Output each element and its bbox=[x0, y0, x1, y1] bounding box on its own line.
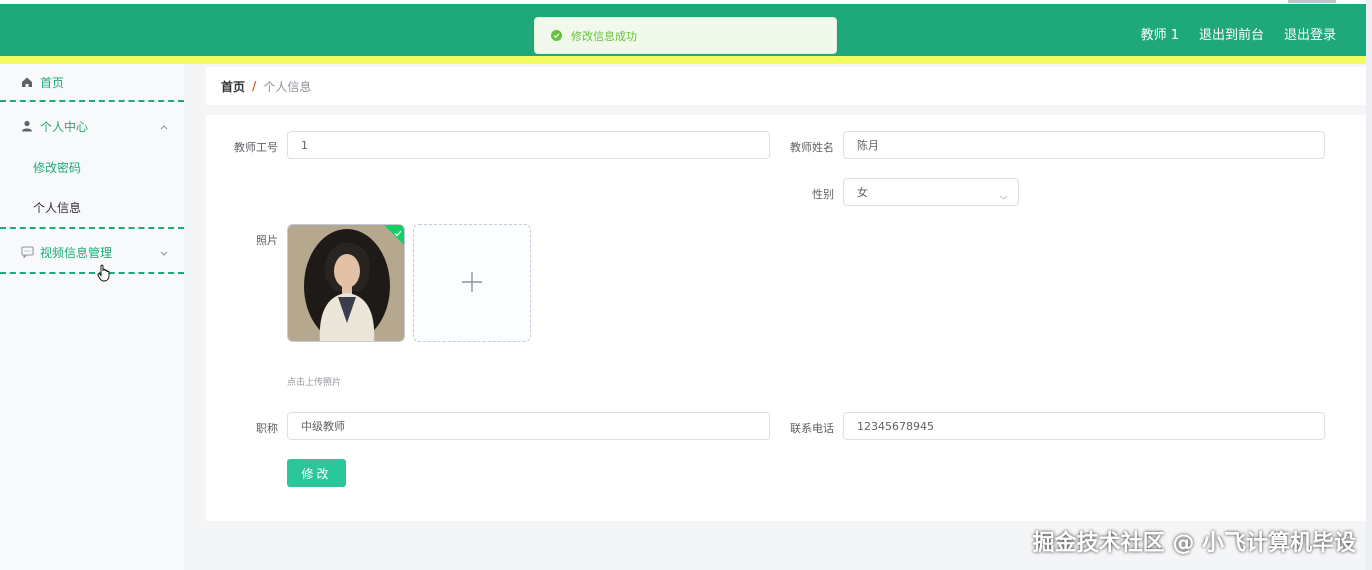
sidebar: 首页 个人中心 修改密码 个人信息 视频信息管理 bbox=[0, 64, 184, 570]
photo-upload-hint: 点击上传照片 bbox=[287, 378, 342, 388]
job-title-label: 职称 bbox=[256, 422, 278, 435]
exit-to-front-link[interactable]: 退出到前台 bbox=[1199, 24, 1264, 43]
check-circle-icon bbox=[551, 30, 562, 41]
phone-label: 联系电话 bbox=[790, 422, 834, 435]
sidebar-item-change-password[interactable]: 修改密码 bbox=[0, 148, 184, 186]
logout-link[interactable]: 退出登录 bbox=[1284, 24, 1336, 43]
chevron-down-icon bbox=[160, 245, 168, 259]
teacher-name-label: 教师姓名 bbox=[790, 141, 834, 154]
breadcrumb-separator: / bbox=[252, 79, 257, 93]
scrollbar-track[interactable] bbox=[1366, 0, 1372, 570]
gender-value: 女 bbox=[857, 186, 868, 199]
photo-upload-button[interactable] bbox=[413, 224, 531, 342]
sidebar-item-label: 个人信息 bbox=[33, 200, 82, 215]
check-icon bbox=[394, 226, 402, 240]
header-actions: 教师 1 退出到前台 退出登录 bbox=[1141, 24, 1336, 43]
chevron-up-icon bbox=[160, 119, 168, 133]
sidebar-item-home[interactable]: 首页 bbox=[0, 64, 184, 102]
success-toast: 修改信息成功 bbox=[534, 17, 837, 54]
current-user-label: 教师 1 bbox=[1140, 28, 1179, 43]
sidebar-item-label: 首页 bbox=[40, 75, 65, 90]
gender-select[interactable]: 女 bbox=[843, 178, 1019, 206]
sidebar-item-personal-center[interactable]: 个人中心 bbox=[0, 104, 184, 148]
teacher-name-input[interactable]: 陈月 bbox=[843, 131, 1325, 159]
sidebar-item-label: 个人中心 bbox=[40, 119, 89, 134]
photo-label: 照片 bbox=[256, 234, 278, 247]
header-accent-bar bbox=[0, 56, 1366, 64]
sidebar-item-video-management[interactable]: 视频信息管理 bbox=[0, 232, 184, 274]
sidebar-item-label: 视频信息管理 bbox=[40, 245, 113, 260]
teacher-id-label: 教师工号 bbox=[234, 141, 278, 154]
watermark: 掘金技术社区 @ 小飞计算机毕设 bbox=[1032, 531, 1356, 556]
user-icon bbox=[20, 119, 34, 133]
breadcrumb: 首页 / 个人信息 bbox=[206, 67, 1366, 105]
message-icon bbox=[20, 245, 34, 259]
phone-input[interactable]: 12345678945 bbox=[843, 412, 1325, 440]
sidebar-item-label: 修改密码 bbox=[33, 160, 82, 175]
hand-cursor-icon bbox=[97, 264, 111, 285]
toast-message: 修改信息成功 bbox=[571, 29, 637, 43]
window-edge bbox=[1288, 0, 1336, 3]
job-title-value: 中级教师 bbox=[301, 420, 345, 433]
submit-button[interactable]: 修改 bbox=[287, 459, 346, 487]
chevron-down-icon bbox=[999, 190, 1008, 203]
breadcrumb-current: 个人信息 bbox=[263, 79, 312, 94]
plus-icon bbox=[461, 271, 483, 296]
phone-value: 12345678945 bbox=[857, 419, 934, 433]
home-icon bbox=[20, 75, 34, 89]
teacher-name-value: 陈月 bbox=[857, 139, 879, 152]
teacher-id-value: 1 bbox=[301, 138, 308, 152]
teacher-id-input[interactable]: 1 bbox=[287, 131, 770, 159]
gender-label: 性别 bbox=[812, 188, 834, 201]
sidebar-item-personal-info[interactable]: 个人信息 bbox=[0, 187, 184, 229]
uploaded-photo[interactable] bbox=[287, 224, 405, 342]
breadcrumb-home[interactable]: 首页 bbox=[221, 78, 245, 95]
job-title-input[interactable]: 中级教师 bbox=[287, 412, 770, 440]
